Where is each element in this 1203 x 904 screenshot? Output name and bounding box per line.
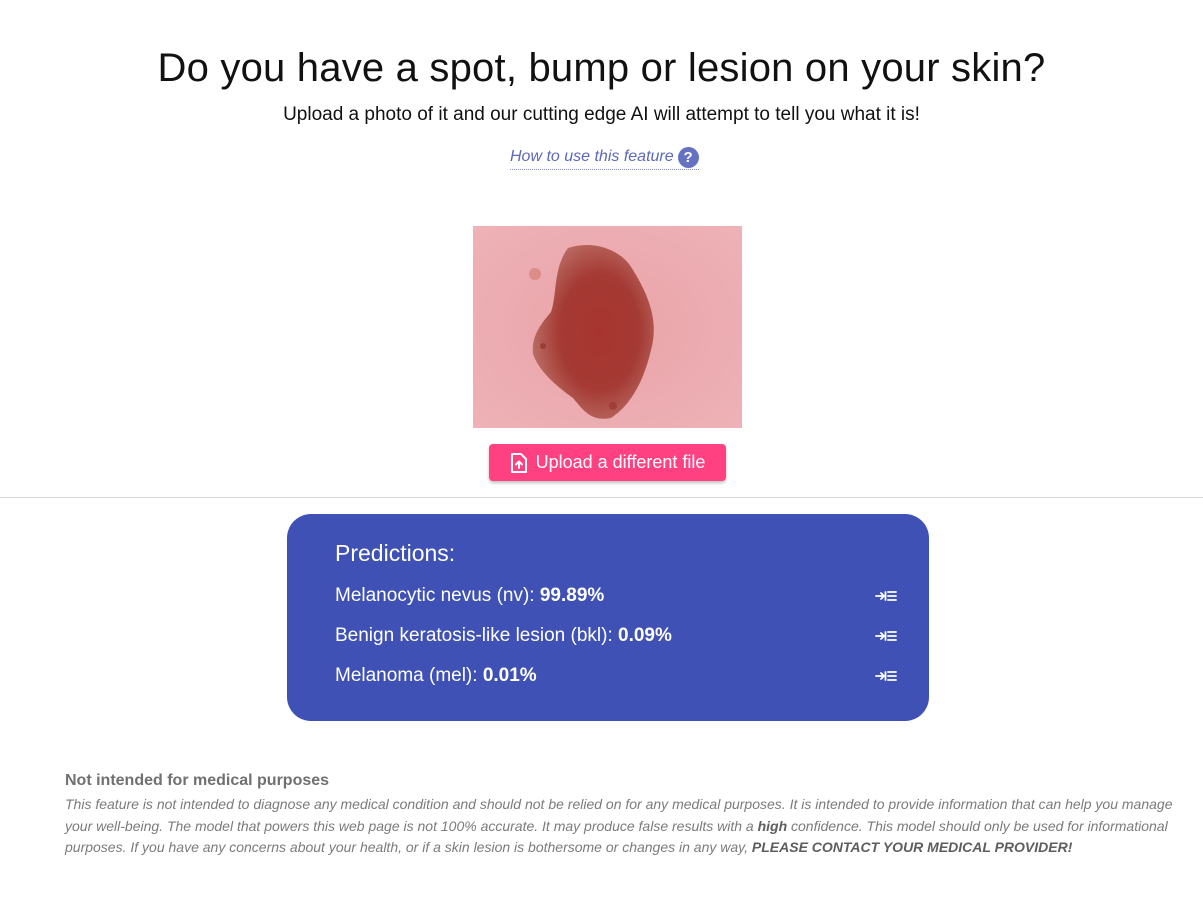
section-divider (0, 497, 1203, 498)
prediction-label: Melanoma (mel): (335, 665, 483, 686)
prediction-value: 0.09% (618, 625, 672, 646)
disclaimer-title: Not intended for medical purposes (65, 772, 330, 789)
prediction-value: 99.89% (539, 585, 605, 606)
help-circle-icon: ? (677, 146, 699, 168)
expand-details-icon[interactable] (875, 629, 897, 643)
prediction-row: Melanoma (mel): 0.01% (335, 661, 897, 691)
upload-button-label: Upload a different file (535, 452, 706, 472)
expand-details-icon[interactable] (875, 669, 897, 683)
page-title: Do you have a spot, bump or lesion on yo… (157, 46, 1046, 90)
predictions-title: Predictions: (335, 540, 456, 566)
expand-details-icon[interactable] (875, 589, 897, 603)
page: Do you have a spot, bump or lesion on yo… (0, 0, 1203, 904)
disclaimer-body: This feature is not intended to diagnose… (65, 794, 1175, 859)
predictions-panel: Predictions: Melanocytic nevus (nv): 99.… (287, 514, 929, 721)
disclaimer-emphasis: high (757, 817, 788, 834)
how-to-use-link[interactable]: How to use this feature ? (510, 145, 699, 170)
file-upload-icon (510, 452, 527, 473)
page-subtitle: Upload a photo of it and our cutting edg… (283, 104, 920, 125)
prediction-row: Benign keratosis-like lesion (bkl): 0.09… (335, 621, 897, 651)
how-to-use-label: How to use this feature (510, 148, 674, 165)
prediction-label: Benign keratosis-like lesion (bkl): (335, 625, 619, 646)
uploaded-skin-image (473, 226, 742, 428)
prediction-label: Melanocytic nevus (nv): (335, 585, 540, 606)
prediction-value: 0.01% (482, 665, 537, 686)
disclaimer-contact-notice: PLEASE CONTACT YOUR MEDICAL PROVIDER! (751, 839, 1073, 855)
upload-different-file-button[interactable]: Upload a different file (489, 444, 726, 481)
prediction-row: Melanocytic nevus (nv): 99.89% (335, 581, 897, 611)
